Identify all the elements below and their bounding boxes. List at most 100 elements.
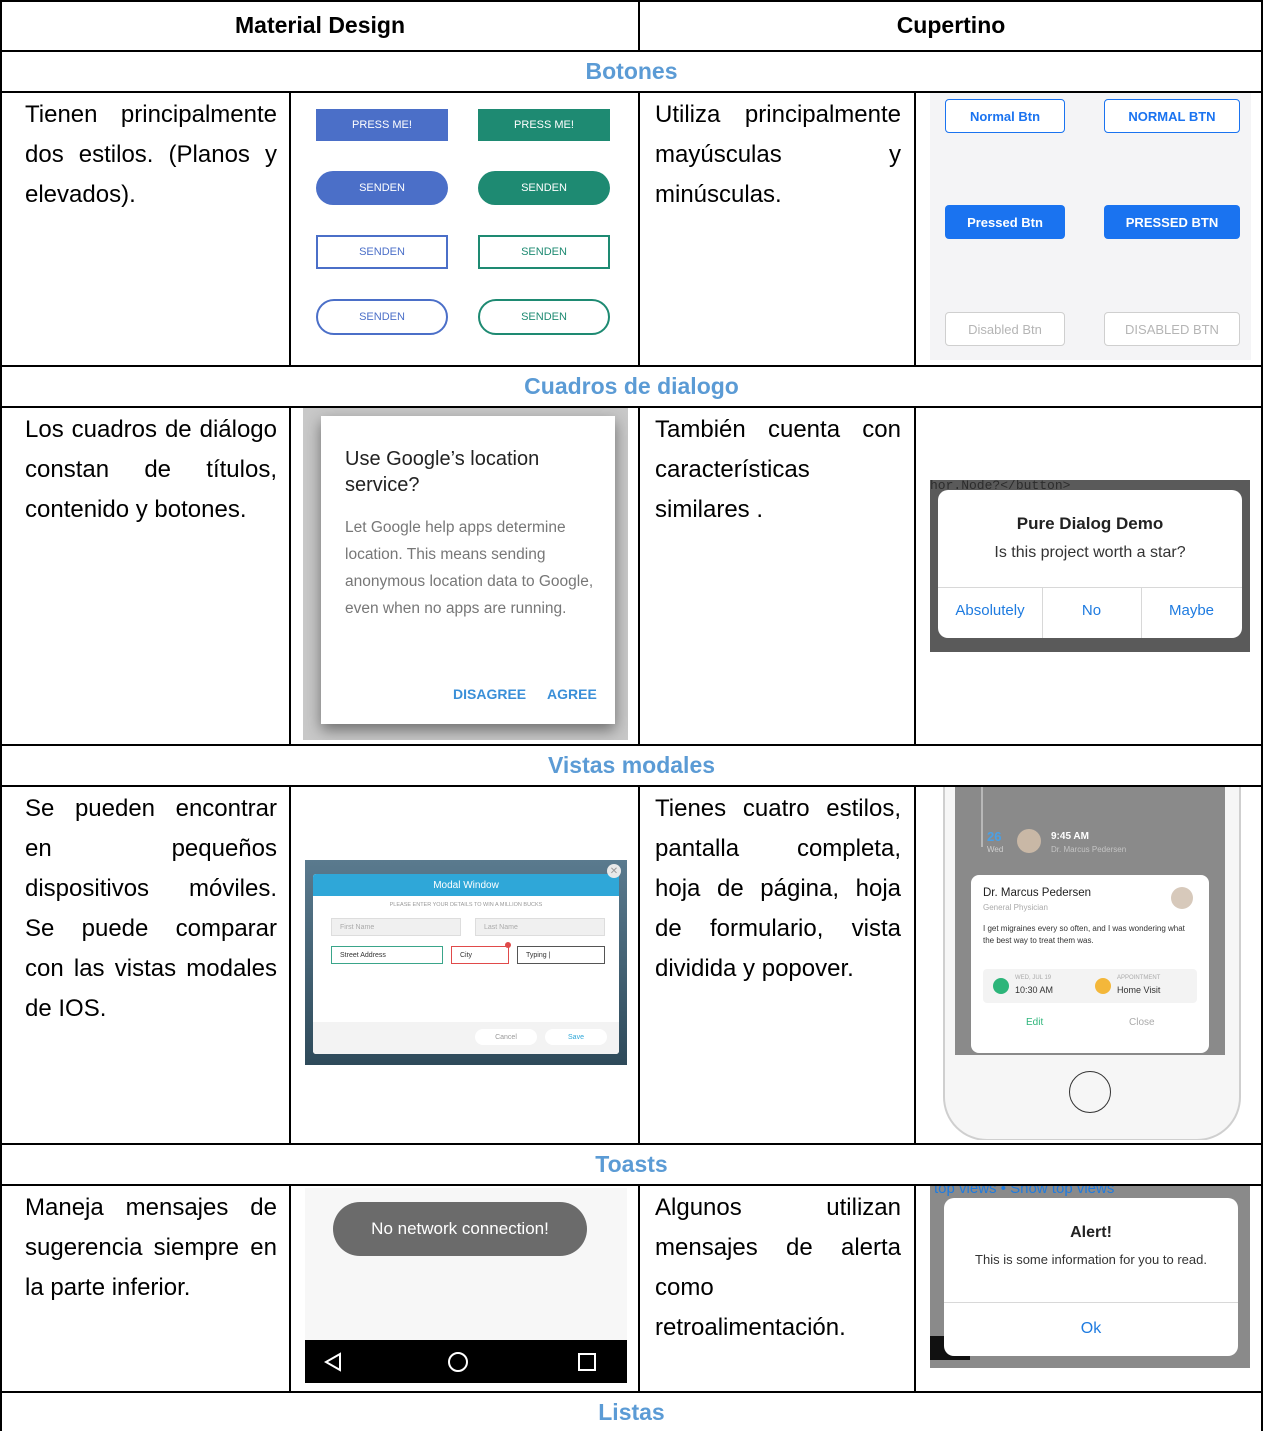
press-me-button-teal: PRESS ME! xyxy=(478,109,610,141)
cupertino-text-botones: Utiliza principalmente mayúsculas y minú… xyxy=(655,101,901,208)
disagree-button: DISAGREE xyxy=(453,686,527,702)
home-icon xyxy=(1095,978,1111,994)
senden-button-teal-outline: SENDEN xyxy=(478,235,610,269)
section-title-vistas: Vistas modales xyxy=(547,752,716,778)
back-icon xyxy=(323,1352,341,1372)
section-title-cuadros: Cuadros de dialogo xyxy=(524,373,739,399)
doctor-avatar xyxy=(1171,887,1193,909)
timeline-line xyxy=(981,787,983,847)
modal-card: Dr. Marcus Pedersen General Physician I … xyxy=(971,875,1209,1053)
header-cupertino: Cupertino xyxy=(896,11,1006,38)
pressed-btn: Pressed Btn xyxy=(945,205,1065,239)
modal-title: Modal Window xyxy=(313,874,619,896)
section-title-toasts: Toasts xyxy=(595,1151,668,1177)
first-name-field: First Name xyxy=(331,918,461,936)
close-button: Close xyxy=(1129,1017,1155,1028)
close-icon: ✕ xyxy=(607,864,621,878)
agree-button: AGREE xyxy=(547,686,597,702)
table-border xyxy=(289,1184,291,1393)
material-modal-image: Modal Window PLEASE ENTER YOUR DETAILS T… xyxy=(305,860,627,1065)
section-title-botones: Botones xyxy=(585,58,678,84)
senden-button-blue-outline: SENDEN xyxy=(316,235,448,269)
disabled-btn-caps: DISABLED BTN xyxy=(1104,312,1240,346)
doctor-small: Dr. Marcus Pedersen xyxy=(1051,845,1127,854)
alert-title: Alert! xyxy=(1070,1224,1112,1241)
error-dot-icon xyxy=(505,942,511,948)
city-field: City xyxy=(451,946,509,964)
material-dialog: Use Google’s location service? Let Googl… xyxy=(321,416,615,724)
calendar-icon xyxy=(993,978,1009,994)
senden-button-blue-outline-rounded: SENDEN xyxy=(316,299,448,335)
material-dialog-image: Use Google’s location service? Let Googl… xyxy=(303,408,628,740)
cancel-button: Cancel xyxy=(475,1029,537,1045)
material-text-cuadros: Los cuadros de diálogo constan de título… xyxy=(25,416,277,523)
material-dialog-body: Let Google help apps determine location.… xyxy=(345,519,594,617)
toast-message: No network connection! xyxy=(333,1202,587,1256)
table-border xyxy=(0,0,2,1431)
section-title-listas: Listas xyxy=(598,1398,665,1425)
modal-window: Modal Window PLEASE ENTER YOUR DETAILS T… xyxy=(313,874,619,1054)
table-border xyxy=(638,1184,640,1393)
divider xyxy=(944,1302,1238,1303)
table-border xyxy=(638,91,640,367)
typing-field: Typing | xyxy=(517,946,605,964)
senden-button-teal-rounded: SENDEN xyxy=(478,171,610,205)
table-border xyxy=(0,406,1263,408)
cupertino-buttons-image: Normal Btn NORMAL BTN Pressed Btn PRESSE… xyxy=(930,93,1251,360)
no-button: No xyxy=(1081,602,1102,619)
header-material: Material Design xyxy=(235,11,405,38)
avatar xyxy=(1017,829,1041,853)
alert-dialog: Alert! This is some information for you … xyxy=(944,1198,1238,1356)
cupertino-dialog: Pure Dialog Demo Is this project worth a… xyxy=(938,490,1242,638)
press-me-button-blue: PRESS ME! xyxy=(316,109,448,141)
alert-message: This is some information for you to read… xyxy=(975,1252,1207,1267)
cupertino-alert-image: top views • Show top views Alert! This i… xyxy=(930,1186,1250,1368)
table-border xyxy=(638,406,640,746)
doctor-name: Dr. Marcus Pedersen xyxy=(983,887,1092,899)
normal-btn: Normal Btn xyxy=(945,99,1065,133)
table-border xyxy=(914,406,916,746)
absolutely-button: Absolutely xyxy=(955,602,1025,619)
cupertino-dialog-title: Pure Dialog Demo xyxy=(1016,514,1164,533)
doctor-role: General Physician xyxy=(983,903,1048,912)
save-button: Save xyxy=(545,1029,607,1045)
background-link-text: top views • Show top views xyxy=(934,1186,1115,1197)
material-text-botones: Tienen principalmente dos estilos. (Plan… xyxy=(25,101,277,208)
cupertino-dialog-message: Is this project worth a star? xyxy=(994,544,1186,561)
comparison-table: Material Design Cupertino Botones Cuadro… xyxy=(0,0,1263,1431)
date-label: WED, JUL 19 xyxy=(1015,975,1052,981)
cupertino-text-toasts: Algunos utilizan mensajes de alerta como… xyxy=(655,1194,901,1341)
table-border xyxy=(914,785,916,1145)
senden-button-teal-outline-rounded: SENDEN xyxy=(478,299,610,335)
normal-btn-caps: NORMAL BTN xyxy=(1104,99,1240,133)
cupertino-modal-image: 26 Wed 9:45 AM Dr. Marcus Pedersen Dr. M… xyxy=(941,787,1241,1140)
date-number: 26 xyxy=(987,829,1002,844)
date-day: Wed xyxy=(987,845,1004,854)
pressed-btn-caps: PRESSED BTN xyxy=(1104,205,1240,239)
material-text-toasts: Maneja mensajes de sugerencia siempre en… xyxy=(25,1194,277,1301)
maybe-button: Maybe xyxy=(1168,602,1215,619)
nav-bar xyxy=(305,1340,627,1383)
modal-subtitle: PLEASE ENTER YOUR DETAILS TO WIN A MILLI… xyxy=(389,902,543,908)
material-dialog-title: Use Google’s location service? xyxy=(345,448,540,496)
appointment-time: 9:45 AM xyxy=(1051,831,1089,842)
table-border xyxy=(289,785,291,1145)
table-border xyxy=(914,1184,916,1393)
overview-icon xyxy=(578,1353,596,1371)
ok-button: Ok xyxy=(1080,1320,1102,1337)
material-toast-image: No network connection! xyxy=(305,1188,627,1383)
senden-button-blue-rounded: SENDEN xyxy=(316,171,448,205)
home-button-icon xyxy=(1069,1071,1111,1113)
street-address-field: Street Address xyxy=(331,946,443,964)
table-border xyxy=(289,91,291,367)
appointment-label: APPOINTMENT xyxy=(1117,975,1161,981)
home-icon xyxy=(448,1352,468,1372)
cupertino-text-vistas: Tienes cuatro estilos, pantalla completa… xyxy=(655,795,901,982)
table-border xyxy=(638,785,640,1145)
edit-button: Edit xyxy=(1026,1017,1044,1028)
cupertino-dialog-image: hor.Node?</button> Pure Dialog Demo Is t… xyxy=(930,480,1250,652)
last-name-field: Last Name xyxy=(475,918,605,936)
patient-message: I get migraines every so often, and I wa… xyxy=(983,924,1185,945)
table-border xyxy=(914,91,916,367)
disabled-btn: Disabled Btn xyxy=(945,312,1065,346)
